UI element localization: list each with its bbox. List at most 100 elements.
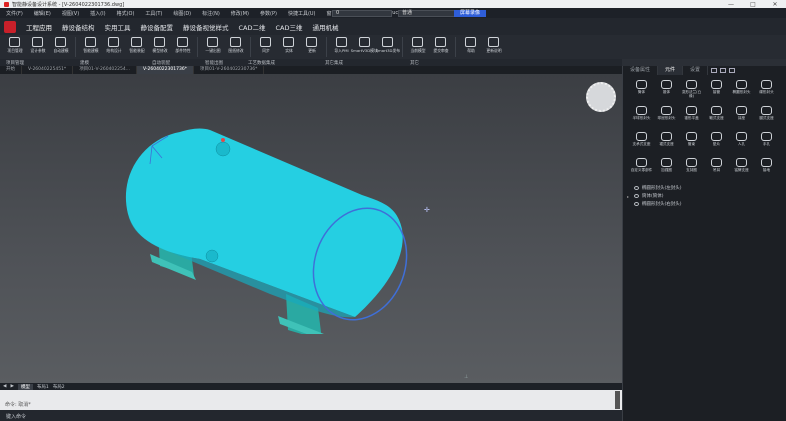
menu-item[interactable]: 编辑(E) (34, 10, 51, 17)
component-item[interactable]: 球冠形封头 (654, 106, 679, 129)
ribbon-tab[interactable]: 实用工具 (103, 22, 133, 32)
screen-record-button[interactable]: 屏幕录像 (454, 9, 486, 17)
menu-item[interactable]: 修改(M) (231, 10, 249, 17)
panel-tab[interactable]: 元件 (658, 66, 684, 75)
ribbon-tab[interactable]: 静设备配置 (139, 22, 176, 32)
component-item[interactable]: 椭圆形封头 (729, 80, 754, 103)
component-item[interactable]: 碟形封头 (754, 80, 779, 103)
nozzle-top[interactable] (215, 141, 231, 157)
command-close-button[interactable] (615, 391, 620, 409)
menu-item[interactable]: 文件(F) (6, 10, 23, 17)
tool-button[interactable]: 设计参数 (26, 37, 49, 54)
component-item[interactable]: 鞍式支座 (704, 106, 729, 129)
tool-button[interactable]: 提交审查 (429, 37, 452, 54)
ribbon-tab[interactable]: CAD二维 (237, 22, 268, 32)
tool-button[interactable]: 导入PMI (330, 37, 353, 54)
visibility-eye-icon[interactable] (634, 186, 639, 190)
tool-button[interactable]: 智能装配 (125, 37, 148, 54)
component-item[interactable]: 耳座 (729, 106, 754, 129)
close-button[interactable]: ✕ (764, 1, 786, 8)
menu-item[interactable]: 标注(N) (202, 10, 220, 17)
tool-button[interactable]: 结构设计 (102, 37, 125, 54)
component-item[interactable]: 半球形封头 (629, 106, 654, 129)
layout-scroll-icon[interactable]: ◀ (3, 384, 6, 389)
component-item[interactable]: 铭牌支座 (729, 158, 754, 181)
component-item[interactable]: 筒体 (629, 80, 654, 103)
menu-item[interactable]: 格式(O) (117, 10, 135, 17)
tool-button[interactable]: SmartV3D模块 (351, 37, 378, 54)
tool-button[interactable]: 更新说明 (482, 37, 505, 54)
component-item[interactable]: 管束 (679, 132, 704, 155)
component-item[interactable]: 吊耳 (704, 158, 729, 181)
ribbon-tab[interactable]: CAD三维 (274, 22, 305, 32)
list-view-icon[interactable] (720, 68, 727, 73)
component-item[interactable]: 变形法兰(凸缘) (679, 80, 704, 103)
layout-tab[interactable]: 布局2 (53, 384, 65, 390)
tool-button[interactable]: 帮助 (459, 37, 482, 54)
component-item[interactable]: 接管 (704, 80, 729, 103)
component-item[interactable]: 支持圈 (679, 158, 704, 181)
document-tab[interactable]: V-26040225451* (22, 66, 74, 74)
tool-button[interactable]: 部件特性 (171, 37, 194, 54)
visibility-eye-icon[interactable] (634, 202, 639, 206)
tree-item[interactable]: ▸ 筒体(筒体) (627, 192, 783, 200)
grid-view-icon[interactable] (711, 68, 718, 73)
app-logo-icon (4, 1, 9, 7)
component-item[interactable]: 垫片 (704, 132, 729, 155)
component-item[interactable]: 裙式支座 (654, 132, 679, 155)
tool-button[interactable]: Smart3D发布 (375, 37, 400, 54)
tool-button[interactable]: 当前模型 (406, 37, 429, 54)
panel-settings-icon[interactable] (729, 68, 736, 73)
visibility-eye-icon[interactable] (634, 194, 639, 198)
pressure-vessel-model[interactable] (110, 94, 420, 334)
component-item[interactable]: 人孔 (729, 132, 754, 155)
document-tab[interactable]: V-2604022301736* (137, 66, 194, 74)
ribbon-tab[interactable]: 通用机械 (311, 22, 341, 32)
tree-item[interactable]: 椭圆形封头(左封头) (627, 184, 783, 192)
component-item[interactable]: 自定义零部件 (629, 158, 654, 181)
menu-item[interactable]: 参数(P) (260, 10, 277, 17)
menu-item[interactable]: 快捷工具(U) (288, 10, 316, 17)
ribbon-tab[interactable]: 工程应用 (24, 22, 54, 32)
tool-button[interactable]: 图纸修改 (224, 37, 247, 54)
command-input[interactable]: 键入命令 (0, 410, 622, 421)
component-item[interactable]: 腿式支座 (754, 106, 779, 129)
menu-item[interactable]: 工具(T) (145, 10, 162, 17)
ribbon-tab[interactable]: 静设备结构 (60, 22, 97, 32)
layout-tab[interactable]: 模型 (17, 383, 33, 390)
maximize-button[interactable]: □ (742, 1, 764, 8)
component-item[interactable]: 手孔 (754, 132, 779, 155)
tool-button[interactable]: 模型修改 (148, 37, 171, 54)
text-style-select[interactable]: 普通 (398, 9, 458, 17)
layer-select[interactable]: 0 (332, 9, 392, 17)
component-item[interactable]: 接地 (754, 158, 779, 181)
nozzle-bottom[interactable] (205, 249, 219, 263)
menu-item[interactable]: 视图(V) (62, 10, 79, 17)
view-cube-icon[interactable] (586, 82, 616, 112)
component-item[interactable]: 锥形平盖 (679, 106, 704, 129)
layout-tab[interactable]: 布局1 (37, 384, 49, 390)
menu-item[interactable]: 插入(I) (90, 10, 105, 17)
tool-button[interactable]: 同步 (254, 37, 277, 54)
panel-tab[interactable]: 设备属性 (623, 66, 659, 75)
component-item[interactable]: 锥体 (654, 80, 679, 103)
minimize-button[interactable]: — (720, 1, 742, 8)
tool-button[interactable]: 实体 (277, 37, 300, 54)
tool-button[interactable]: 更新 (300, 37, 323, 54)
tool-button[interactable]: 项目管理 (3, 37, 26, 54)
document-tab[interactable]: 项目01-V-260402254... (73, 66, 138, 74)
component-item[interactable]: 支承式支座 (629, 132, 654, 155)
tool-button[interactable]: 自动建模 (49, 37, 72, 54)
tool-button[interactable]: 一键出图 (201, 37, 224, 54)
panel-tab[interactable]: 设置 (683, 66, 709, 75)
expand-arrow-icon[interactable]: ▸ (627, 194, 631, 199)
menu-item[interactable]: 绘图(D) (173, 10, 191, 17)
ribbon-tab[interactable]: 静设备视觉样式 (181, 22, 231, 32)
tree-item[interactable]: 椭圆形封头(右封头) (627, 200, 783, 208)
component-item[interactable]: 加强圈 (654, 158, 679, 181)
model-viewport[interactable]: ✛ ⊥ (0, 74, 622, 383)
document-tab[interactable]: 开始 (0, 66, 22, 74)
tool-button[interactable]: 智能建模 (79, 37, 102, 54)
document-tab[interactable]: 项目01-V-260402230736* (194, 66, 265, 74)
layout-scroll-icon[interactable]: ▶ (10, 384, 13, 389)
